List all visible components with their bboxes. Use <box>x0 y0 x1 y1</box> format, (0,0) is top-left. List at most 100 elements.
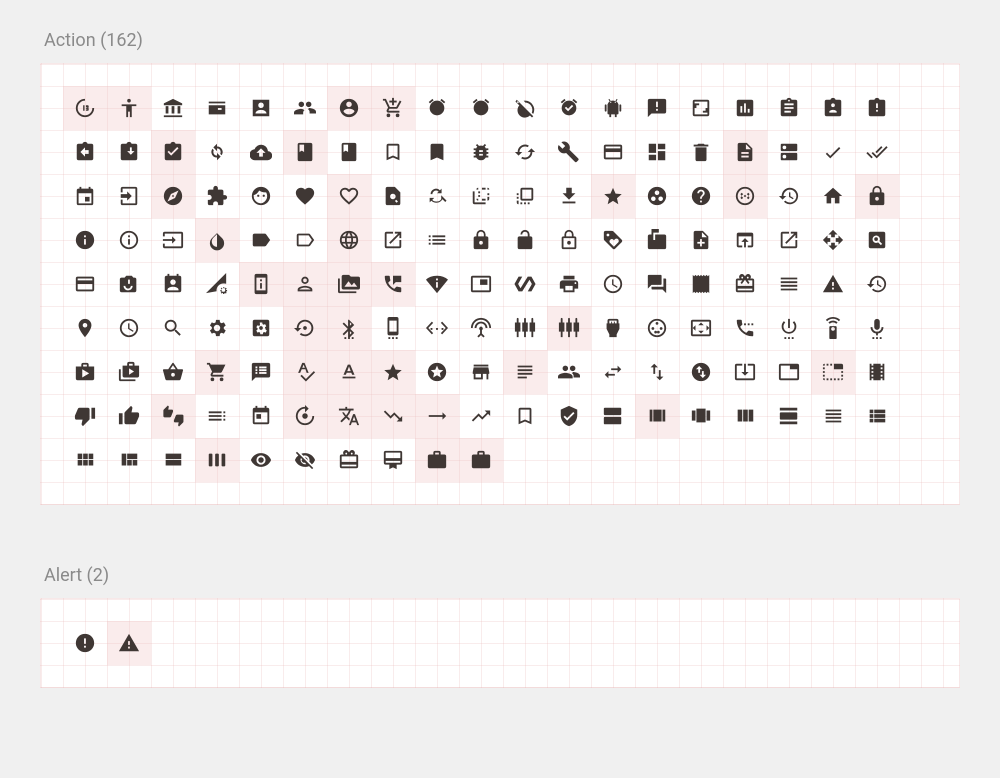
shopping-cart-icon[interactable] <box>195 350 239 394</box>
store-icon[interactable] <box>459 350 503 394</box>
class-icon[interactable] <box>327 130 371 174</box>
build-icon[interactable] <box>547 130 591 174</box>
perm-media-icon[interactable] <box>327 262 371 306</box>
bug-report-icon[interactable] <box>459 130 503 174</box>
perm-camera-mic-icon[interactable] <box>107 262 151 306</box>
view-quilt-icon[interactable] <box>107 438 151 482</box>
thumb-up-icon[interactable] <box>107 394 151 438</box>
settings-input-composite-icon[interactable] <box>547 306 591 350</box>
view-list-icon[interactable] <box>855 394 899 438</box>
android-icon[interactable] <box>591 86 635 130</box>
home-icon[interactable] <box>811 174 855 218</box>
settings-cell-icon[interactable] <box>371 306 415 350</box>
done-all-icon[interactable] <box>855 130 899 174</box>
redeem-icon[interactable] <box>723 262 767 306</box>
print-icon[interactable] <box>547 262 591 306</box>
flip-to-back-icon[interactable] <box>459 174 503 218</box>
settings-voice-icon[interactable] <box>855 306 899 350</box>
assignment-returned-icon[interactable] <box>107 130 151 174</box>
work-filled-icon[interactable] <box>459 438 503 482</box>
get-app-icon[interactable] <box>547 174 591 218</box>
translate-icon[interactable] <box>327 394 371 438</box>
text-format-icon[interactable] <box>327 350 371 394</box>
book-icon[interactable] <box>283 130 327 174</box>
backup-icon[interactable] <box>239 130 283 174</box>
settings-backup-restore-icon[interactable] <box>283 306 327 350</box>
assignment-ind-icon[interactable] <box>811 86 855 130</box>
label-outline-icon[interactable] <box>283 218 327 262</box>
info-outline-icon[interactable] <box>107 218 151 262</box>
error-icon[interactable] <box>63 621 107 665</box>
perm-identity-icon[interactable] <box>283 262 327 306</box>
3d-rotation-icon[interactable] <box>63 86 107 130</box>
open-with-icon[interactable] <box>811 218 855 262</box>
account-circle-icon[interactable] <box>327 86 371 130</box>
launch-icon[interactable] <box>371 218 415 262</box>
assessment-icon[interactable] <box>723 86 767 130</box>
pageview-icon[interactable] <box>855 218 899 262</box>
spellcheck-icon[interactable] <box>283 350 327 394</box>
settings-applications-icon[interactable] <box>239 306 283 350</box>
open-in-new-icon[interactable] <box>767 218 811 262</box>
schedule-icon[interactable] <box>107 306 151 350</box>
turned-in-not-icon[interactable] <box>503 394 547 438</box>
settings-power-icon[interactable] <box>767 306 811 350</box>
search-icon[interactable] <box>151 306 195 350</box>
trending-down-icon[interactable] <box>371 394 415 438</box>
alarm-icon[interactable] <box>415 86 459 130</box>
thumbs-up-down-icon[interactable] <box>151 394 195 438</box>
account-balance-icon[interactable] <box>151 86 195 130</box>
speaker-notes-icon[interactable] <box>239 350 283 394</box>
visibility-icon[interactable] <box>239 438 283 482</box>
settings-bluetooth-icon[interactable] <box>327 306 371 350</box>
lock-outline-icon[interactable] <box>547 218 591 262</box>
settings-remote-icon[interactable] <box>811 306 855 350</box>
assignment-return-icon[interactable] <box>63 130 107 174</box>
assignment-turned-in-icon[interactable] <box>151 130 195 174</box>
cached-icon[interactable] <box>503 130 547 174</box>
today-icon[interactable] <box>239 394 283 438</box>
view-headline-icon[interactable] <box>811 394 855 438</box>
input-icon[interactable] <box>151 218 195 262</box>
extension-icon[interactable] <box>195 174 239 218</box>
picture-in-picture-icon[interactable] <box>459 262 503 306</box>
favorite-border-icon[interactable] <box>327 174 371 218</box>
face-icon[interactable] <box>239 174 283 218</box>
assignment-icon[interactable] <box>767 86 811 130</box>
alarm-off-icon[interactable] <box>503 86 547 130</box>
settings-ethernet-icon[interactable] <box>415 306 459 350</box>
bookmark-border-icon[interactable] <box>371 130 415 174</box>
lock-open-icon[interactable] <box>503 218 547 262</box>
verified-user-icon[interactable] <box>547 394 591 438</box>
supervisor-account-filled-icon[interactable] <box>547 350 591 394</box>
description-icon[interactable] <box>723 130 767 174</box>
language-icon[interactable] <box>327 218 371 262</box>
system-update-alt-icon[interactable] <box>723 350 767 394</box>
invert-colors-icon[interactable] <box>195 218 239 262</box>
highlight-off-icon[interactable] <box>723 174 767 218</box>
thumb-down-icon[interactable] <box>63 394 107 438</box>
room-icon[interactable] <box>63 306 107 350</box>
alarm-on-icon[interactable] <box>547 86 591 130</box>
settings-input-antenna-icon[interactable] <box>459 306 503 350</box>
account-box-icon[interactable] <box>239 86 283 130</box>
settings-overscan-icon[interactable] <box>679 306 723 350</box>
reorder-icon[interactable] <box>767 262 811 306</box>
swap-vertical-circle-icon[interactable] <box>679 350 723 394</box>
group-work-icon[interactable] <box>635 174 679 218</box>
exit-to-app-icon[interactable] <box>107 174 151 218</box>
card-giftcard-icon[interactable] <box>327 438 371 482</box>
view-day-icon[interactable] <box>767 394 811 438</box>
account-balance-wallet-icon[interactable] <box>195 86 239 130</box>
autorenew-icon[interactable] <box>195 130 239 174</box>
settings-input-hdmi-icon[interactable] <box>591 306 635 350</box>
markunread-mailbox-icon[interactable] <box>635 218 679 262</box>
question-answer-icon[interactable] <box>635 262 679 306</box>
flip-to-front-icon[interactable] <box>503 174 547 218</box>
visibility-off-icon[interactable] <box>283 438 327 482</box>
stars-icon[interactable] <box>415 350 459 394</box>
info-icon[interactable] <box>63 218 107 262</box>
star-rate-icon[interactable] <box>371 350 415 394</box>
swap-horiz-icon[interactable] <box>591 350 635 394</box>
credit-card-icon[interactable] <box>591 130 635 174</box>
